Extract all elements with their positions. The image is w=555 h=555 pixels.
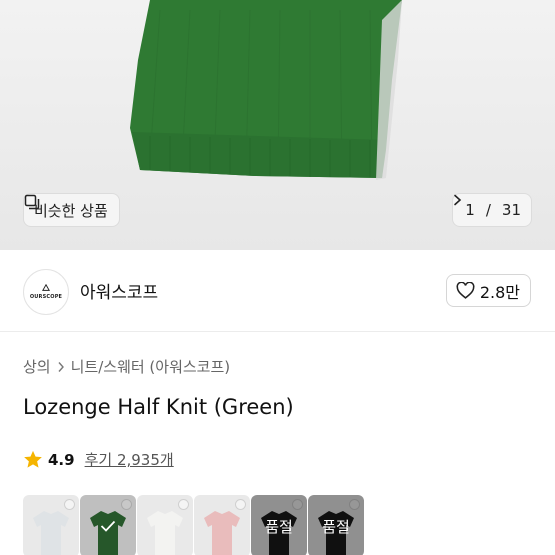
chevron-right-icon — [454, 194, 462, 206]
product-title: Lozenge Half Knit (Green) — [23, 395, 294, 419]
color-swatch[interactable] — [80, 495, 136, 555]
tshirt-thumbnail — [33, 511, 69, 555]
color-swatch[interactable] — [137, 495, 193, 555]
brand-name-link[interactable]: 아워스코프 — [80, 278, 158, 303]
brand-logo[interactable]: OURSCOPE — [23, 269, 69, 315]
swatch-indicator-dot — [178, 499, 189, 510]
reviews-link[interactable]: 후기 2,935개 — [85, 449, 174, 470]
image-counter-total: 31 — [501, 201, 521, 219]
similar-products-label: 비슷한 상품 — [34, 201, 108, 220]
breadcrumb-category[interactable]: 상의 — [23, 356, 51, 377]
product-image-carousel[interactable]: 비슷한 상품 1 / 31 — [0, 0, 555, 250]
brand-logo-text: OURSCOPE — [29, 294, 63, 300]
image-counter-separator: / — [485, 201, 491, 219]
rating-score: 4.9 — [48, 450, 75, 469]
like-count: 2.8만 — [479, 282, 520, 302]
selected-overlay — [80, 495, 136, 555]
color-swatch[interactable]: 품절 — [251, 495, 307, 555]
brand-mark-icon — [42, 284, 50, 291]
like-button[interactable]: 2.8만 — [445, 274, 531, 307]
sold-out-overlay: 품절 — [251, 495, 307, 555]
breadcrumb: 상의 니트/스웨터 (아워스코프) — [23, 356, 230, 377]
sold-out-label: 품절 — [265, 517, 293, 536]
image-counter-current: 1 — [465, 201, 475, 219]
sold-out-overlay: 품절 — [308, 495, 364, 555]
check-icon — [100, 520, 116, 532]
tshirt-thumbnail — [204, 511, 240, 555]
breadcrumb-subcategory[interactable]: 니트/스웨터 (아워스코프) — [71, 356, 231, 377]
color-swatch-list: 품절 품절 — [23, 495, 364, 555]
color-swatch[interactable] — [23, 495, 79, 555]
color-swatch[interactable] — [194, 495, 250, 555]
color-swatch[interactable]: 품절 — [308, 495, 364, 555]
stack-icon — [24, 194, 40, 210]
chevron-right-icon — [58, 361, 64, 372]
tshirt-thumbnail — [147, 511, 183, 555]
sold-out-label: 품절 — [322, 517, 350, 536]
swatch-indicator-dot — [235, 499, 246, 510]
heart-icon — [456, 282, 475, 299]
image-counter-button[interactable]: 1 / 31 — [452, 193, 532, 227]
swatch-indicator-dot — [64, 499, 75, 510]
similar-products-button[interactable]: 비슷한 상품 — [23, 193, 120, 227]
brand-row: OURSCOPE 아워스코프 2.8만 — [0, 250, 555, 332]
star-icon — [24, 450, 42, 468]
rating-row[interactable]: 4.9 후기 2,935개 — [23, 449, 174, 470]
